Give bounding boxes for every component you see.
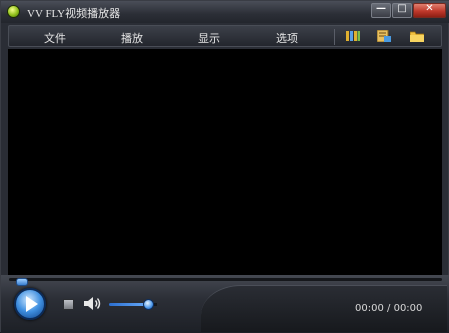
volume-icon[interactable] bbox=[83, 296, 103, 311]
minimize-icon: — bbox=[376, 3, 386, 14]
menu-bar: 文件 播放 显示 选项 bbox=[8, 25, 442, 47]
edit-icon[interactable] bbox=[377, 30, 391, 42]
seek-bar[interactable] bbox=[9, 278, 442, 286]
open-folder-icon[interactable] bbox=[410, 30, 424, 42]
play-button[interactable] bbox=[14, 288, 46, 320]
volume-thumb[interactable] bbox=[143, 299, 154, 310]
maximize-button[interactable]: □ bbox=[392, 3, 412, 18]
current-time: 00:00 bbox=[355, 303, 384, 314]
menu-play[interactable]: 播放 bbox=[121, 30, 143, 46]
time-separator: / bbox=[387, 303, 391, 314]
maximize-icon: □ bbox=[397, 3, 407, 14]
window-title: VV FLY视频播放器 bbox=[27, 8, 121, 20]
stop-button[interactable] bbox=[63, 299, 74, 310]
video-area[interactable] bbox=[8, 49, 442, 275]
title-bar[interactable]: VV FLY视频播放器 — □ ✕ bbox=[1, 1, 449, 23]
close-icon: ✕ bbox=[425, 3, 434, 14]
menu-display[interactable]: 显示 bbox=[198, 30, 220, 46]
total-time: 00:00 bbox=[393, 303, 423, 314]
app-logo-icon bbox=[7, 5, 20, 18]
playlist-icon[interactable] bbox=[346, 30, 360, 42]
time-display: 00:00 / 00:00 bbox=[355, 303, 422, 314]
seek-thumb[interactable] bbox=[16, 278, 28, 286]
player-window: VV FLY视频播放器 — □ ✕ 文件 播放 显示 选项 00:00 / 00… bbox=[0, 0, 449, 333]
play-icon bbox=[26, 296, 38, 312]
menu-file[interactable]: 文件 bbox=[44, 30, 66, 46]
toolbar-divider bbox=[334, 29, 335, 45]
minimize-button[interactable]: — bbox=[371, 3, 391, 18]
menu-options[interactable]: 选项 bbox=[276, 30, 298, 46]
close-button[interactable]: ✕ bbox=[413, 3, 446, 18]
